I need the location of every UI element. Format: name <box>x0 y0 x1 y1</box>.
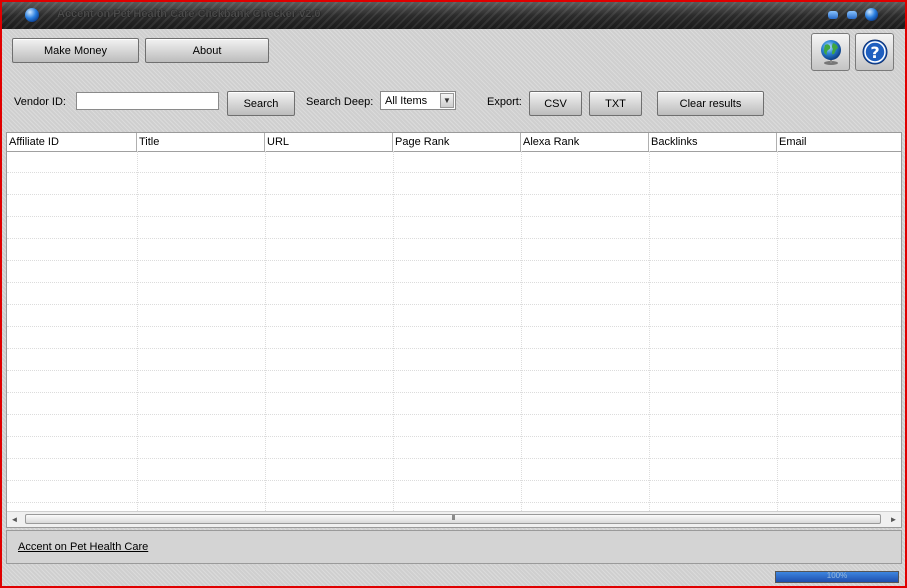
chevron-down-icon[interactable]: ▼ <box>440 93 454 108</box>
grid-row-divider <box>7 458 901 459</box>
export-csv-button[interactable]: CSV <box>529 91 582 116</box>
globe-icon <box>820 40 841 65</box>
status-bar: 100% <box>2 567 905 586</box>
grid-row-divider <box>7 480 901 481</box>
column-header-page-rank[interactable]: Page Rank <box>393 133 521 151</box>
search-button[interactable]: Search <box>227 91 295 116</box>
column-header-affiliate-id[interactable]: Affiliate ID <box>7 133 137 151</box>
window-title: Accent on Pet Health Care Clickbank Chec… <box>57 8 321 20</box>
minimize-icon[interactable] <box>828 11 838 19</box>
progress-bar: 100% <box>775 571 899 583</box>
scrollbar-grip: III <box>451 515 456 522</box>
make-money-button[interactable]: Make Money <box>12 38 139 63</box>
grid-row-divider <box>7 348 901 349</box>
grid-row-divider <box>7 392 901 393</box>
scroll-right-icon[interactable]: ► <box>886 512 901 527</box>
search-deep-select[interactable]: All Items ▼ <box>380 91 456 110</box>
horizontal-scrollbar[interactable]: ◄ III ► <box>7 511 901 527</box>
grid-row-divider <box>7 326 901 327</box>
app-orb-icon[interactable] <box>25 8 39 22</box>
column-header-backlinks[interactable]: Backlinks <box>649 133 777 151</box>
export-txt-button[interactable]: TXT <box>589 91 642 116</box>
scrollbar-thumb[interactable]: III <box>25 514 881 524</box>
clear-results-button[interactable]: Clear results <box>657 91 764 116</box>
help-icon: ? <box>862 39 887 65</box>
grid-row-divider <box>7 216 901 217</box>
app-window: Accent on Pet Health Care Clickbank Chec… <box>0 0 907 588</box>
scroll-left-icon[interactable]: ◄ <box>7 512 22 527</box>
vendor-id-label: Vendor ID: <box>14 96 66 108</box>
grid-header: Affiliate ID Title URL Page Rank Alexa R… <box>7 133 901 152</box>
search-deep-label: Search Deep: <box>306 96 374 108</box>
help-button[interactable]: ? <box>855 33 894 71</box>
column-header-alexa-rank[interactable]: Alexa Rank <box>521 133 649 151</box>
maximize-icon[interactable] <box>847 11 857 19</box>
footer-panel: Accent on Pet Health Care <box>6 530 902 564</box>
grid-row-divider <box>7 194 901 195</box>
svg-text:?: ? <box>870 43 879 62</box>
column-header-title[interactable]: Title <box>137 133 265 151</box>
globe-button[interactable] <box>811 33 850 71</box>
column-header-url[interactable]: URL <box>265 133 393 151</box>
results-grid[interactable]: Affiliate ID Title URL Page Rank Alexa R… <box>6 132 902 528</box>
column-header-email[interactable]: Email <box>777 133 901 151</box>
grid-row-divider <box>7 370 901 371</box>
close-icon[interactable] <box>865 8 878 21</box>
grid-row-divider <box>7 304 901 305</box>
export-label: Export: <box>487 96 522 108</box>
search-deep-value: All Items <box>385 95 428 107</box>
progress-text: 100% <box>826 571 848 580</box>
grid-row-divider <box>7 238 901 239</box>
grid-row-divider <box>7 436 901 437</box>
grid-row-divider <box>7 502 901 503</box>
grid-row-divider <box>7 172 901 173</box>
about-button[interactable]: About <box>145 38 269 63</box>
title-bar[interactable]: Accent on Pet Health Care Clickbank Chec… <box>2 2 905 29</box>
accent-on-pet-health-care-link[interactable]: Accent on Pet Health Care <box>18 541 148 553</box>
grid-row-divider <box>7 414 901 415</box>
grid-body[interactable] <box>7 151 901 513</box>
grid-row-divider <box>7 260 901 261</box>
vendor-id-input[interactable] <box>76 92 219 110</box>
grid-row-divider <box>7 282 901 283</box>
